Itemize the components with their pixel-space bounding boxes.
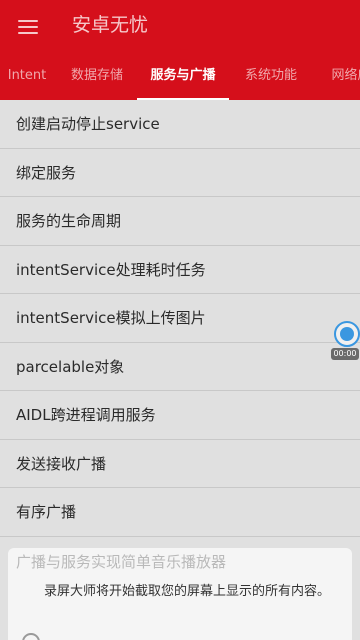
topic-list: 创建启动停止service 绑定服务 服务的生命周期 intentService… — [0, 100, 360, 537]
tab-intent[interactable]: Intent — [4, 52, 50, 100]
list-item-aidl-ipc-service[interactable]: AIDL跨进程调用服务 — [0, 391, 360, 440]
menu-line — [18, 26, 38, 28]
hamburger-menu-icon[interactable] — [14, 16, 44, 38]
list-item-intentservice-long-task[interactable]: intentService处理耗时任务 — [0, 246, 360, 294]
tab-service-broadcast[interactable]: 服务与广播 — [137, 52, 229, 100]
tab-network[interactable]: 网络应 — [316, 52, 360, 100]
dialog-message: 录屏大师将开始截取您的屏幕上显示的所有内容。 — [44, 584, 331, 599]
tab-data-storage[interactable]: 数据存储 — [60, 52, 134, 100]
screen-recorder-float-button[interactable] — [334, 321, 360, 347]
list-item-music-player: 广播与服务实现简单音乐播放器 — [16, 553, 227, 571]
list-item-ordered-broadcast[interactable]: 有序广播 — [0, 488, 360, 537]
list-item-intentservice-upload-image[interactable]: intentService模拟上传图片 — [0, 294, 360, 343]
tab-system-functions[interactable]: 系统功能 — [234, 52, 308, 100]
recording-timer: 00:00 — [331, 348, 359, 360]
list-item-parcelable-object[interactable]: parcelable对象 — [0, 343, 360, 391]
menu-line — [18, 32, 38, 34]
list-item-bind-service[interactable]: 绑定服务 — [0, 149, 360, 197]
list-item-service-lifecycle[interactable]: 服务的生命周期 — [0, 197, 360, 246]
app-bar: 安卓无忧 — [0, 0, 360, 52]
list-item-send-receive-broadcast[interactable]: 发送接收广播 — [0, 440, 360, 488]
list-item-create-start-stop-service[interactable]: 创建启动停止service — [0, 100, 360, 149]
menu-line — [18, 20, 38, 22]
tab-bar: Intent 数据存储 服务与广播 系统功能 网络应 — [0, 52, 360, 100]
app-title: 安卓无忧 — [72, 14, 149, 36]
